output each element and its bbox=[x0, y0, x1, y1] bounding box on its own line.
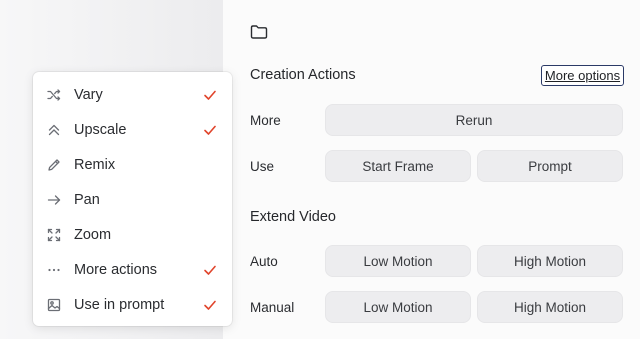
menu-item-use-in-prompt[interactable]: Use in prompt bbox=[33, 287, 232, 322]
prompt-button[interactable]: Prompt bbox=[477, 150, 623, 182]
more-row-label: More bbox=[250, 113, 281, 128]
menu-item-pan[interactable]: Pan bbox=[33, 182, 232, 217]
menu-item-label: Upscale bbox=[74, 121, 127, 138]
pencil-icon bbox=[46, 157, 62, 173]
folder-icon[interactable] bbox=[250, 24, 268, 40]
auto-row-label: Auto bbox=[250, 254, 278, 269]
manual-low-motion-button[interactable]: Low Motion bbox=[325, 291, 471, 323]
more-options-button[interactable]: More options bbox=[541, 65, 624, 86]
rerun-button[interactable]: Rerun bbox=[325, 104, 623, 136]
menu-item-vary[interactable]: Vary bbox=[33, 77, 232, 112]
expand-corners-icon bbox=[46, 227, 62, 243]
arrow-right-icon bbox=[46, 192, 62, 208]
image-icon bbox=[46, 297, 62, 313]
menu-item-label: Zoom bbox=[74, 226, 112, 243]
check-icon bbox=[204, 125, 216, 135]
double-chevron-up-icon bbox=[46, 122, 62, 138]
manual-high-motion-button[interactable]: High Motion bbox=[477, 291, 623, 323]
menu-item-more-actions[interactable]: More actions bbox=[33, 252, 232, 287]
menu-item-label: Use in prompt bbox=[74, 296, 165, 313]
check-icon bbox=[204, 90, 216, 100]
check-icon bbox=[204, 265, 216, 275]
menu-item-label: Vary bbox=[74, 86, 103, 103]
ellipsis-icon bbox=[46, 262, 62, 278]
actions-panel: Creation Actions More options More Rerun… bbox=[222, 0, 640, 339]
manual-row-label: Manual bbox=[250, 300, 295, 315]
menu-item-label: Pan bbox=[74, 191, 100, 208]
shuffle-icon bbox=[46, 87, 62, 103]
menu-item-label: Remix bbox=[74, 156, 116, 173]
auto-low-motion-button[interactable]: Low Motion bbox=[325, 245, 471, 277]
extend-video-title: Extend Video bbox=[250, 209, 336, 225]
menu-item-label: More actions bbox=[74, 261, 158, 278]
menu-item-upscale[interactable]: Upscale bbox=[33, 112, 232, 147]
check-icon bbox=[204, 300, 216, 310]
creation-actions-title: Creation Actions bbox=[250, 67, 356, 83]
menu-item-remix[interactable]: Remix bbox=[33, 147, 232, 182]
use-row-label: Use bbox=[250, 159, 275, 174]
auto-high-motion-button[interactable]: High Motion bbox=[477, 245, 623, 277]
menu-item-zoom[interactable]: Zoom bbox=[33, 217, 232, 252]
actions-menu: Vary Upscale Remix Pan Zoom More actions… bbox=[33, 72, 232, 326]
start-frame-button[interactable]: Start Frame bbox=[325, 150, 471, 182]
